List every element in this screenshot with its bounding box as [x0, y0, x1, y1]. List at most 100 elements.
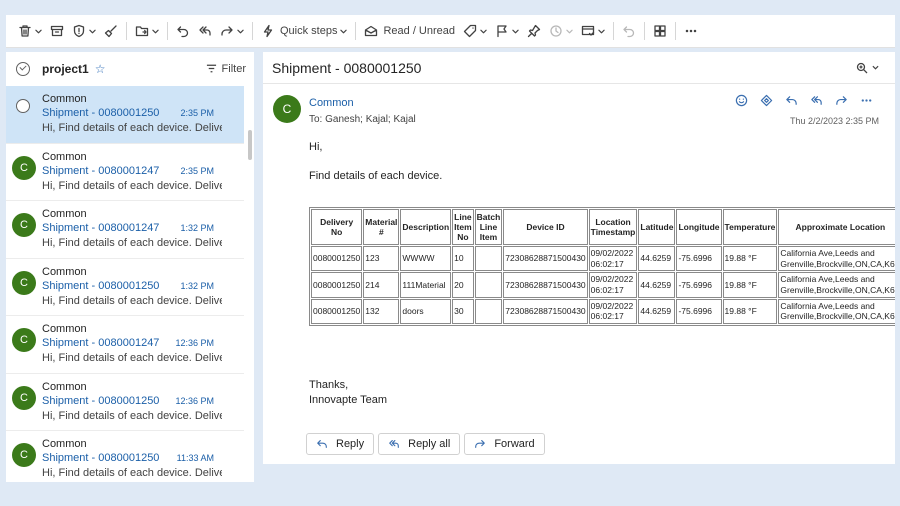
- toolbar-divider: [355, 22, 357, 40]
- avatar: C: [12, 443, 36, 467]
- quick-steps-button[interactable]: Quick steps: [257, 19, 351, 43]
- header-approximate-location: Approximate Location: [778, 209, 895, 245]
- undo-action-button[interactable]: [618, 19, 640, 43]
- forward-toolbar-button[interactable]: [216, 19, 248, 43]
- message-list: Common Shipment - 0080001250 2:35 PM Hi,…: [6, 86, 244, 482]
- email-subject-title: Shipment - 0080001250: [272, 59, 422, 76]
- cell-device-id: 72308628871500430: [503, 298, 588, 324]
- chevron-down-icon: [480, 29, 487, 33]
- rules-button[interactable]: [577, 19, 609, 43]
- pin-button[interactable]: [523, 19, 545, 43]
- cell-temperature: 19.88 °F: [722, 272, 778, 298]
- forward-arrow-icon: [221, 26, 233, 36]
- report-button[interactable]: [68, 19, 100, 43]
- reply-all-label: Reply all: [408, 438, 451, 450]
- cell-batch-line-item: [474, 298, 503, 324]
- emoji-react-button[interactable]: [729, 94, 754, 107]
- message-sender: Common: [42, 93, 87, 105]
- zoom-button[interactable]: [856, 62, 879, 74]
- message-item[interactable]: C Common Shipment - 0080001250 11:33 AM …: [6, 431, 244, 482]
- reply-action-button[interactable]: [779, 94, 804, 107]
- sender-name[interactable]: Common: [309, 97, 354, 109]
- clock-icon: [550, 25, 562, 37]
- undo-arrow-icon: [177, 26, 189, 38]
- star-icon[interactable]: ☆: [95, 62, 106, 76]
- avatar: C: [12, 385, 36, 410]
- message-item[interactable]: C Common Shipment - 0080001247 1:32 PM H…: [6, 201, 244, 259]
- message-time: 1:32 PM: [180, 223, 214, 233]
- toolbar-divider: [675, 22, 677, 40]
- avatar: C: [12, 270, 36, 295]
- reply-all-action-button[interactable]: [804, 94, 829, 107]
- reply-button[interactable]: Reply: [306, 433, 375, 455]
- mail-rule-icon: [581, 25, 595, 36]
- message-item[interactable]: C Common Shipment - 0080001247 2:35 PM H…: [6, 144, 244, 201]
- chevron-down-icon: [566, 29, 573, 33]
- reply-all-icon: [199, 26, 211, 36]
- header-location-timestamp: Location Timestamp: [588, 209, 638, 245]
- message-item[interactable]: C Common Shipment - 0080001247 12:36 PM …: [6, 316, 244, 374]
- undo-button[interactable]: [172, 19, 194, 43]
- forward-button[interactable]: Forward: [464, 433, 545, 455]
- email-greeting: Hi,: [309, 141, 323, 153]
- select-all-checkbox[interactable]: [16, 61, 30, 76]
- cell-description: 111Material: [400, 272, 452, 298]
- cell-material: 214: [363, 272, 400, 298]
- message-item[interactable]: Common Shipment - 0080001250 2:35 PM Hi,…: [6, 86, 244, 144]
- tag-icon: [463, 24, 477, 38]
- forward-action-button[interactable]: [829, 94, 854, 107]
- reply-all-icon: [811, 96, 822, 105]
- message-sender: Common: [42, 208, 87, 220]
- read-unread-button[interactable]: Read / Unread: [360, 19, 459, 43]
- message-time: 11:33 AM: [176, 453, 214, 463]
- message-sender: Common: [42, 265, 87, 278]
- apps-button[interactable]: [649, 19, 671, 43]
- archive-button[interactable]: [46, 19, 68, 43]
- cell-material: 123: [363, 246, 400, 272]
- flag-button[interactable]: [491, 19, 523, 43]
- cell-approximate-location: California Ave,Leeds and Grenville,Brockv…: [778, 246, 895, 272]
- archive-icon: [50, 25, 64, 37]
- reply-all-toolbar-button[interactable]: [194, 19, 216, 43]
- message-time: 12:36 PM: [175, 395, 214, 406]
- select-message-radio[interactable]: [16, 99, 30, 113]
- pin-icon: [527, 24, 541, 38]
- cell-delivery-no: 0080001250: [311, 246, 363, 272]
- email-date: Thu 2/2/2023 2:35 PM: [789, 116, 879, 126]
- flag-icon: [497, 25, 507, 38]
- message-item[interactable]: C Common Shipment - 0080001250 1:32 PM H…: [6, 259, 244, 316]
- more-actions-button[interactable]: [854, 94, 879, 107]
- cell-description: WWWW: [400, 246, 452, 272]
- undo-icon: [623, 26, 635, 38]
- recipients: To: Ganesh; Kajal; Kajal: [309, 114, 416, 125]
- scrollbar-thumb[interactable]: [248, 130, 252, 160]
- header-longitude: Longitude: [676, 209, 722, 245]
- chevron-down-icon: [598, 29, 605, 33]
- reply-all-button[interactable]: Reply all: [378, 433, 461, 455]
- snooze-button[interactable]: [545, 19, 577, 43]
- toolbar-divider: [167, 22, 168, 40]
- reading-header: Shipment - 0080001250: [263, 52, 895, 84]
- loop-button[interactable]: [754, 94, 779, 107]
- quick-steps-label: Quick steps: [280, 25, 338, 37]
- cell-latitude: 44.6259: [638, 246, 676, 272]
- message-subject: Shipment - 0080001247: [42, 222, 160, 234]
- message-list-scrollbar[interactable]: [247, 86, 252, 482]
- sweep-button[interactable]: [100, 19, 122, 43]
- message-subject: Shipment - 0080001250: [42, 452, 160, 464]
- read-unread-label: Read / Unread: [383, 25, 456, 37]
- reply-button-group: Reply Reply all Forward: [306, 433, 549, 455]
- delete-button[interactable]: [14, 19, 46, 43]
- cell-longitude: -75.6996: [676, 246, 722, 272]
- cell-line-item-no: 20: [452, 272, 474, 298]
- forward-label: Forward: [494, 438, 535, 450]
- categorize-button[interactable]: [459, 19, 491, 43]
- filter-button[interactable]: Filter: [206, 63, 246, 75]
- more-options-button[interactable]: [680, 19, 702, 43]
- message-list-pane: project1 ☆ Filter Common Shipment - 0080…: [6, 52, 254, 482]
- message-item[interactable]: C Common Shipment - 0080001250 12:36 PM …: [6, 374, 244, 431]
- cell-approximate-location: California Ave,Leeds and Grenville,Brockv…: [778, 272, 895, 298]
- move-to-button[interactable]: [131, 19, 163, 43]
- message-subject: Shipment - 0080001247: [42, 337, 160, 349]
- toolbar-divider: [252, 22, 253, 40]
